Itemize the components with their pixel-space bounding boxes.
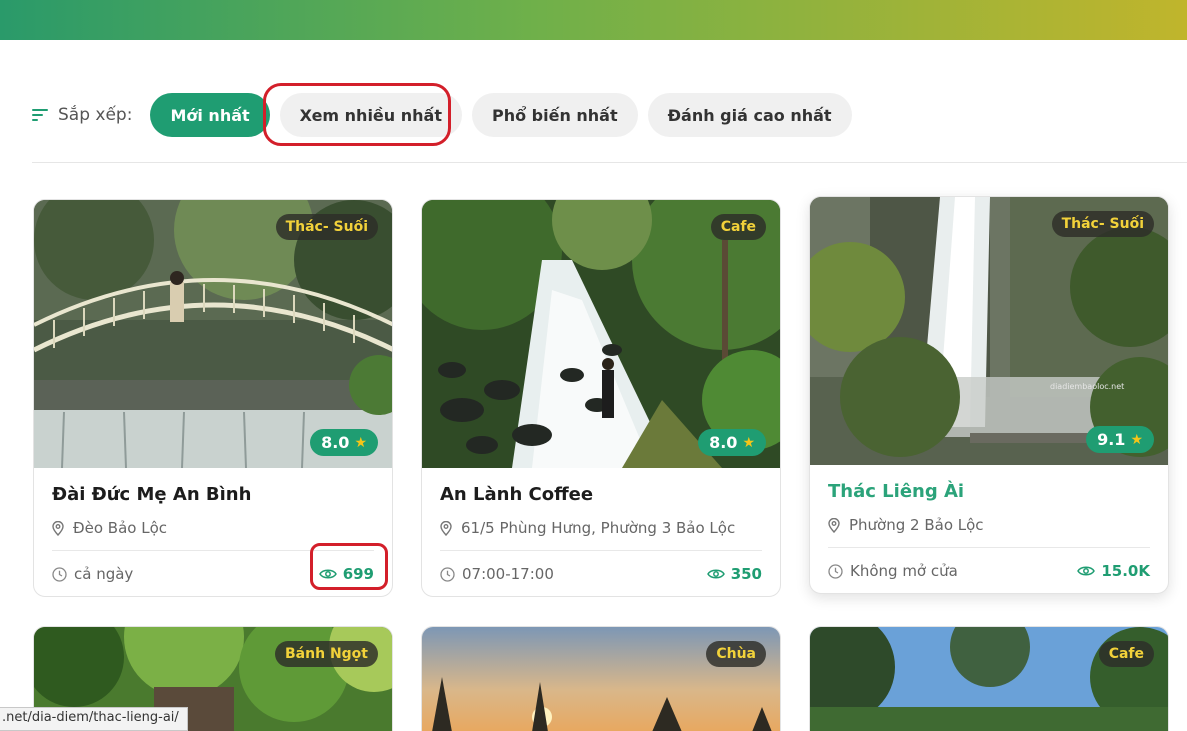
place-card[interactable]: Chùa bbox=[421, 626, 781, 731]
rating-badge: 8.0 ★ bbox=[698, 429, 766, 456]
sort-most-viewed-button[interactable]: Xem nhiều nhất bbox=[279, 93, 462, 137]
place-title[interactable]: Đài Đức Mẹ An Bình bbox=[52, 484, 374, 510]
place-photo[interactable]: Cafe bbox=[810, 627, 1168, 731]
location-pin-icon bbox=[440, 520, 452, 536]
place-card[interactable]: diadiembaoloc.net Thác- Suối 9.1 ★ Thác L… bbox=[809, 196, 1169, 594]
rating-value: 9.1 bbox=[1097, 430, 1126, 449]
rating-value: 8.0 bbox=[321, 433, 350, 452]
place-location: 61/5 Phùng Hưng, Phường 3 Bảo Lộc bbox=[440, 518, 762, 538]
sort-newest-button[interactable]: Mới nhất bbox=[150, 93, 270, 137]
status-bar-url: .net/dia-diem/thac-lieng-ai/ bbox=[0, 707, 188, 731]
divider bbox=[32, 162, 1187, 163]
view-count: 699 bbox=[318, 565, 374, 583]
place-title[interactable]: Thác Liêng Ài bbox=[828, 481, 1150, 507]
place-card[interactable]: Cafe 8.0 ★ An Lành Coffee 61/5 Phùng Hưng… bbox=[421, 199, 781, 597]
opening-hours-text: Không mở cửa bbox=[850, 562, 958, 580]
category-tag: Thác- Suối bbox=[1051, 211, 1154, 237]
filter-icon bbox=[32, 108, 48, 122]
opening-hours-text: 07:00-17:00 bbox=[462, 565, 554, 583]
place-location-text: Đèo Bảo Lộc bbox=[73, 519, 168, 537]
rating-value: 8.0 bbox=[709, 433, 738, 452]
place-card[interactable]: Thác- Suối 8.0 ★ Đài Đức Mẹ An Bình Đèo B… bbox=[33, 199, 393, 597]
category-tag: Bánh Ngọt bbox=[275, 641, 378, 667]
sort-popular-button[interactable]: Phổ biến nhất bbox=[471, 93, 638, 137]
place-photo[interactable]: diadiembaoloc.net Thác- Suối 9.1 ★ bbox=[810, 197, 1168, 465]
place-location: Phường 2 Bảo Lộc bbox=[828, 515, 1150, 535]
sort-bar: Sắp xếp: Mới nhất Xem nhiều nhất Phổ biế… bbox=[32, 92, 862, 138]
eye-icon bbox=[318, 569, 337, 579]
place-location-text: 61/5 Phùng Hưng, Phường 3 Bảo Lộc bbox=[461, 519, 736, 537]
star-icon: ★ bbox=[742, 434, 755, 451]
category-tag: Cafe bbox=[710, 214, 766, 240]
location-pin-icon bbox=[828, 517, 840, 533]
rating-badge: 9.1 ★ bbox=[1086, 426, 1154, 453]
sort-label: Sắp xếp: bbox=[32, 105, 132, 125]
place-photo[interactable]: Thác- Suối 8.0 ★ bbox=[34, 200, 392, 468]
sort-top-rated-button[interactable]: Đánh giá cao nhất bbox=[647, 93, 852, 137]
star-icon: ★ bbox=[1130, 431, 1143, 448]
view-count: 350 bbox=[706, 565, 762, 583]
header-banner bbox=[0, 0, 1187, 40]
location-pin-icon bbox=[52, 520, 64, 536]
sort-label-text: Sắp xếp: bbox=[58, 105, 133, 125]
view-count: 15.0K bbox=[1077, 562, 1150, 580]
clock-icon bbox=[52, 566, 67, 582]
star-icon: ★ bbox=[354, 434, 367, 451]
clock-icon bbox=[828, 563, 843, 579]
clock-icon bbox=[440, 566, 455, 582]
place-location-text: Phường 2 Bảo Lộc bbox=[849, 516, 984, 534]
place-title[interactable]: An Lành Coffee bbox=[440, 484, 762, 510]
category-tag: Thác- Suối bbox=[275, 214, 378, 240]
opening-hours: cả ngày bbox=[52, 565, 133, 583]
opening-hours-text: cả ngày bbox=[74, 565, 134, 583]
place-card[interactable]: Cafe bbox=[809, 626, 1169, 731]
place-photo-art bbox=[422, 200, 780, 468]
place-photo[interactable]: Chùa bbox=[422, 627, 780, 731]
eye-icon bbox=[1077, 566, 1096, 576]
place-photo-art bbox=[810, 197, 1168, 465]
place-photo-art bbox=[34, 200, 392, 468]
rating-badge: 8.0 ★ bbox=[310, 429, 378, 456]
place-photo[interactable]: Cafe 8.0 ★ bbox=[422, 200, 780, 468]
category-tag: Cafe bbox=[1098, 641, 1154, 667]
opening-hours: 07:00-17:00 bbox=[440, 565, 554, 583]
view-count-text: 350 bbox=[730, 565, 762, 583]
category-tag: Chùa bbox=[706, 641, 766, 667]
image-watermark: diadiembaoloc.net bbox=[1050, 382, 1125, 391]
place-location: Đèo Bảo Lộc bbox=[52, 518, 374, 538]
eye-icon bbox=[706, 569, 725, 579]
view-count-text: 15.0K bbox=[1101, 562, 1150, 580]
view-count-text: 699 bbox=[342, 565, 374, 583]
opening-hours: Không mở cửa bbox=[828, 562, 958, 580]
